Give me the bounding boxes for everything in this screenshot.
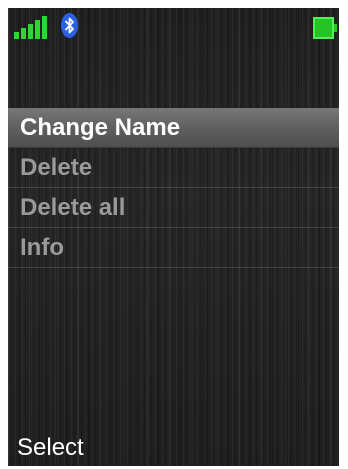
left-softkey-select[interactable]: Select: [17, 434, 84, 462]
battery-body: [313, 17, 334, 39]
signal-bar: [28, 24, 33, 39]
menu-item-delete-all[interactable]: Delete all: [8, 188, 339, 228]
status-bar: [8, 8, 339, 42]
menu-item-info[interactable]: Info: [8, 228, 339, 268]
phone-screen: Change Name Delete Delete all Info Selec…: [8, 8, 339, 466]
signal-bar: [42, 16, 47, 39]
signal-bar: [14, 32, 19, 39]
menu-item-label: Delete: [20, 154, 93, 181]
signal-strength-icon: [14, 16, 50, 39]
menu-item-change-name[interactable]: Change Name: [8, 108, 339, 148]
battery-full-icon: [313, 17, 337, 39]
options-menu: Change Name Delete Delete all Info: [8, 108, 339, 268]
signal-bar: [35, 20, 40, 39]
menu-item-label: Change Name: [20, 114, 181, 141]
menu-item-delete[interactable]: Delete: [8, 148, 339, 188]
menu-item-label: Delete all: [20, 194, 126, 221]
battery-terminal: [334, 24, 337, 32]
menu-item-label: Info: [20, 234, 64, 261]
bluetooth-icon: [61, 13, 78, 38]
signal-bar: [21, 28, 26, 39]
